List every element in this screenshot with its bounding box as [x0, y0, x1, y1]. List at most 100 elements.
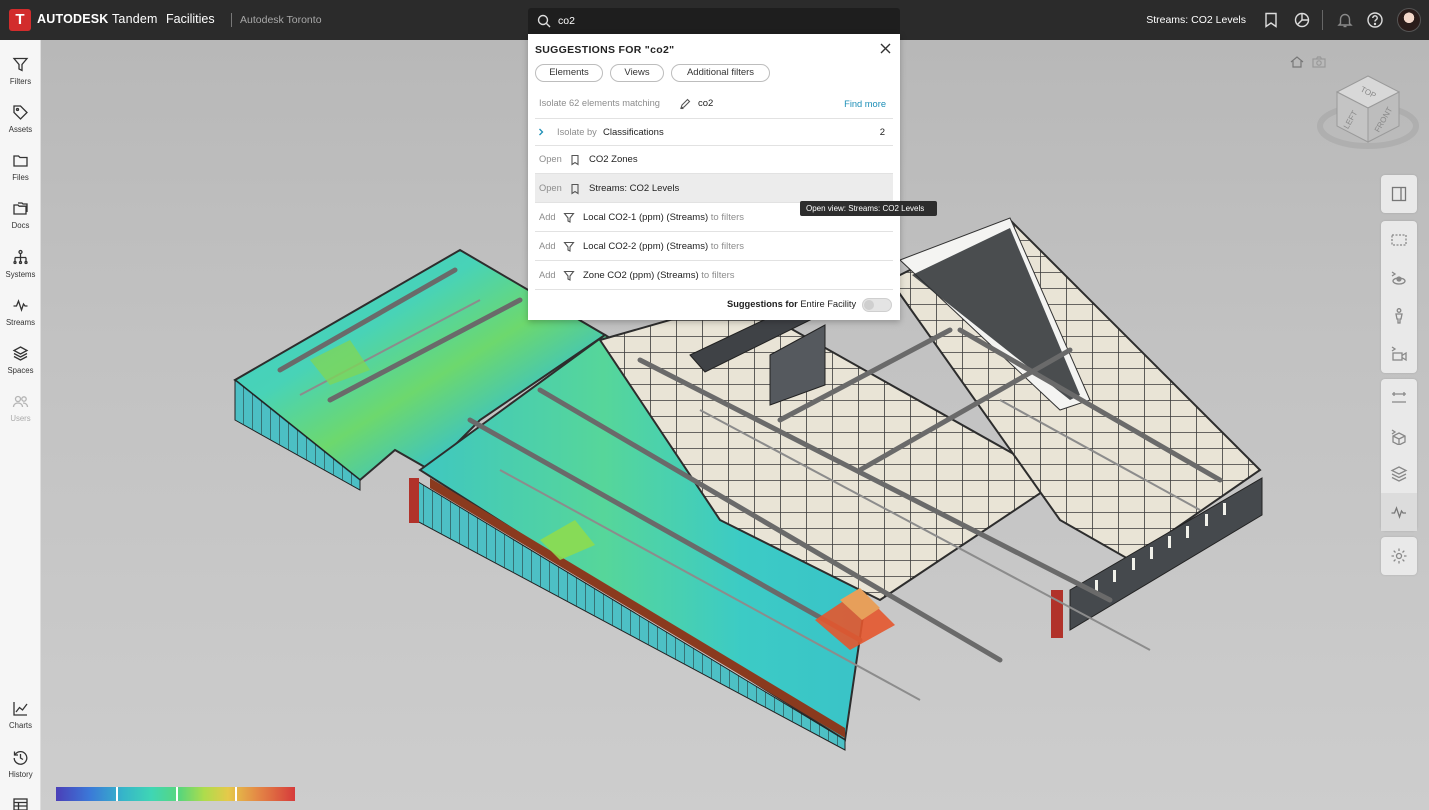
layers-icon [1390, 466, 1408, 482]
streams-icon [13, 299, 28, 313]
levels-button[interactable] [1381, 455, 1417, 493]
sidebar-item-label: Files [12, 173, 29, 182]
streams-icon [1391, 506, 1406, 520]
tandem-logo[interactable]: T [9, 9, 31, 31]
filter-name: Local CO2-2 (ppm) (Streams) to filters [583, 241, 745, 252]
chip-elements[interactable]: Elements [535, 64, 603, 82]
sidebar-item-filters[interactable]: Filters [0, 48, 41, 94]
docs-icon [13, 202, 28, 215]
model-tools-group [1381, 379, 1417, 531]
box-select-button[interactable] [1381, 221, 1417, 259]
row-prefix: Add [539, 270, 556, 280]
suggestions-title: SUGGESTIONS FOR "co2" [535, 44, 675, 56]
facility-name[interactable]: Autodesk Toronto [240, 14, 322, 26]
camera-icon[interactable] [1311, 54, 1327, 70]
history-icon [13, 750, 28, 765]
classification-count: 2 [879, 127, 885, 138]
chip-views[interactable]: Views [610, 64, 664, 82]
filter-name: Zone CO2 (ppm) (Streams) to filters [583, 270, 735, 281]
avatar[interactable] [1397, 8, 1421, 32]
sidebar-item-systems[interactable]: Systems [0, 241, 41, 287]
settings-button[interactable] [1381, 537, 1417, 575]
classification-prefix: Isolate by [557, 127, 597, 137]
isolate-row[interactable]: Isolate 62 elements matching co2 Find mo… [535, 90, 893, 119]
panel-toggle-group [1381, 175, 1417, 213]
legend-tick [235, 787, 237, 801]
folder-icon [13, 155, 28, 167]
classification-row[interactable]: Isolate by Classifications 2 [535, 119, 893, 146]
sidebar-item-label: Assets [8, 125, 33, 134]
view-name: CO2 Zones [589, 154, 638, 165]
camera-mode-button[interactable] [1381, 335, 1417, 373]
find-more-link[interactable]: Find more [844, 99, 886, 109]
close-icon[interactable] [879, 42, 892, 55]
sidebar-item-users[interactable]: Users [0, 385, 41, 431]
search-input[interactable]: co2 [558, 15, 575, 27]
sidebar-item-history[interactable]: History [0, 741, 41, 787]
orbit-button[interactable] [1381, 259, 1417, 297]
users-icon [12, 395, 29, 408]
row-prefix: Add [539, 241, 556, 251]
filter-icon [563, 212, 575, 223]
section-box-icon [1391, 429, 1406, 445]
systems-icon [13, 249, 28, 265]
bookmark-icon [571, 154, 579, 166]
filter-name: Local CO2-1 (ppm) (Streams) to filters [583, 212, 745, 223]
sidebar-item-files[interactable]: Files [0, 144, 41, 190]
section-button[interactable] [1381, 379, 1417, 417]
sidebar-item-spaces[interactable]: Spaces [0, 337, 41, 383]
home-view-icon[interactable] [1289, 54, 1305, 70]
walk-button[interactable] [1381, 297, 1417, 335]
list-item[interactable]: Open Streams: CO2 Levels [535, 174, 893, 203]
streams-overlay-button[interactable] [1381, 493, 1417, 531]
sidebar-item-label: Systems [5, 270, 36, 279]
chip-additional-filters[interactable]: Additional filters [671, 64, 770, 82]
sidebar-item-table[interactable] [0, 788, 41, 810]
isolate-term: co2 [698, 98, 714, 109]
sidebar-item-charts[interactable]: Charts [0, 692, 41, 738]
sidebar-item-assets[interactable]: Assets [0, 96, 41, 142]
panel-layout-icon [1391, 186, 1407, 202]
sidebar-item-docs[interactable]: Docs [0, 192, 41, 238]
section-box-button[interactable] [1381, 417, 1417, 455]
bookmark-icon [571, 183, 579, 195]
row-prefix: Open [539, 183, 562, 193]
chart-icon [13, 702, 28, 716]
list-item[interactable]: Add Local CO2-2 (ppm) (Streams) to filte… [535, 232, 893, 261]
brand-name: AUTODESK Tandem [37, 12, 158, 26]
list-item[interactable]: Add Zone CO2 (ppm) (Streams) to filters [535, 261, 893, 290]
isolate-prefix: Isolate 62 elements matching [539, 98, 660, 108]
layers-icon [12, 346, 29, 361]
sidebar-item-label: Filters [9, 77, 32, 86]
legend-tick [116, 787, 118, 801]
filter-icon [563, 270, 575, 281]
sidebar-item-label: Charts [9, 721, 32, 730]
tooltip: Open view: Streams: CO2 Levels [800, 201, 937, 216]
nav-divider [231, 13, 232, 27]
orbit-icon [1391, 271, 1406, 285]
notification-bell-icon[interactable] [1336, 11, 1354, 29]
classification-label: Classifications [603, 127, 664, 138]
video-camera-icon [1391, 346, 1407, 362]
view-name: Streams: CO2 Levels [589, 183, 680, 194]
chevron-right-icon[interactable] [536, 127, 546, 137]
dashboard-icon[interactable] [1293, 11, 1311, 29]
sidebar-item-streams[interactable]: Streams [0, 289, 41, 335]
list-item[interactable]: Open CO2 Zones [535, 146, 893, 174]
row-prefix: Open [539, 154, 562, 164]
search-bar[interactable]: co2 [528, 8, 900, 34]
panel-toggle-button[interactable] [1381, 175, 1417, 213]
bookmark-icon[interactable] [1262, 11, 1280, 29]
help-icon[interactable] [1366, 11, 1384, 29]
left-sidebar: Filters Assets Files Docs Systems Stream… [0, 40, 41, 810]
person-icon [1395, 308, 1403, 324]
top-divider [1322, 10, 1323, 30]
entire-facility-toggle[interactable] [862, 298, 892, 312]
view-cube[interactable]: TOP LEFT FRONT [1317, 70, 1419, 152]
nav-facilities-link[interactable]: Facilities [166, 12, 215, 26]
row-prefix: Add [539, 212, 556, 222]
pencil-icon[interactable] [679, 98, 691, 110]
table-icon [13, 798, 28, 810]
section-plane-icon [1392, 392, 1406, 403]
filter-icon [563, 241, 575, 252]
